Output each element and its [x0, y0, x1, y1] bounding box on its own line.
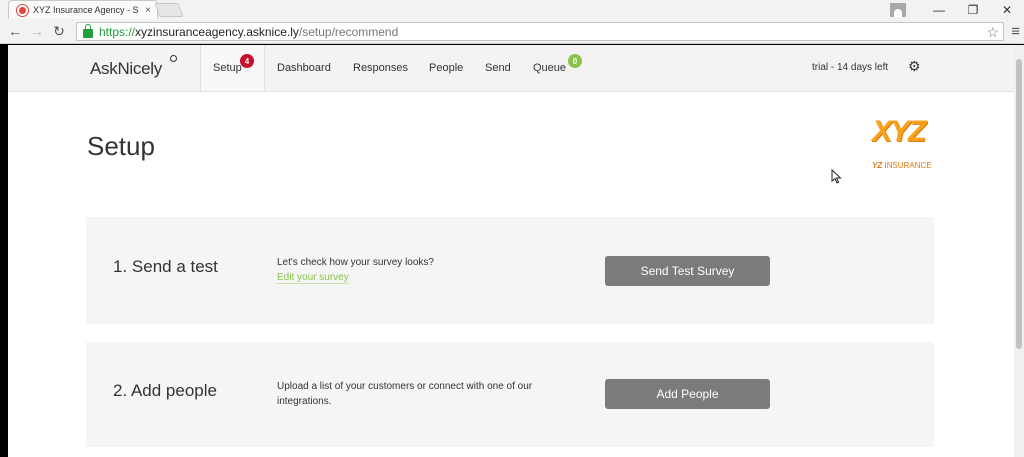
nav-dashboard-label: Dashboard	[277, 62, 331, 74]
nav-responses-label: Responses	[353, 62, 409, 74]
app-navbar: AskNicely Setup 4 Dashboard Responses Pe…	[8, 45, 1014, 92]
user-profile-icon[interactable]	[890, 2, 906, 17]
nav-queue[interactable]: Queue 0	[533, 45, 585, 91]
nav-people[interactable]: People	[429, 45, 463, 91]
back-arrow-icon[interactable]: ←	[4, 23, 26, 39]
nav-dashboard[interactable]: Dashboard	[277, 45, 331, 91]
browser-toolbar: ← → ↻ https:// xyzinsuranceagency.asknic…	[0, 19, 1024, 44]
minimize-button[interactable]: —	[922, 3, 956, 17]
tab-close-icon[interactable]: ×	[145, 5, 151, 16]
forward-arrow-icon[interactable]: →	[26, 23, 48, 39]
company-logo-text: YZ INSURANCE	[872, 161, 932, 170]
page: AskNicely Setup 4 Dashboard Responses Pe…	[8, 45, 1014, 457]
asknicely-logo[interactable]: AskNicely	[90, 59, 162, 79]
lock-icon	[83, 23, 93, 38]
step-description-text: Let's check how your survey looks?	[277, 257, 434, 268]
step-title: 2. Add people	[113, 381, 217, 400]
step-description: Let's check how your survey looks? Edit …	[277, 255, 567, 285]
close-window-button[interactable]: ✕	[990, 3, 1024, 17]
nav-queue-label: Queue	[533, 62, 567, 74]
company-logo-mark: XYZ	[872, 115, 926, 148]
url-path: /setup/recommend	[298, 24, 399, 39]
add-people-button[interactable]: Add People	[605, 379, 770, 409]
browser-menu-icon[interactable]: ≡	[1011, 23, 1020, 40]
new-tab-button[interactable]	[154, 3, 184, 17]
send-test-survey-button[interactable]: Send Test Survey	[605, 256, 770, 286]
setup-step-send-test: 1. Send a test Let's check how your surv…	[86, 217, 934, 324]
browser-tab[interactable]: XYZ Insurance Agency - S ×	[8, 0, 158, 19]
queue-badge: 0	[568, 54, 582, 68]
scrollbar-thumb[interactable]	[1016, 59, 1022, 349]
trial-status: trial - 14 days left	[812, 62, 889, 73]
nav-setup-label: Setup	[213, 62, 242, 74]
nav-people-label: People	[429, 62, 464, 74]
step-title: 1. Send a test	[113, 257, 218, 276]
nav-send-label: Send	[485, 62, 511, 74]
browser-tab-strip: XYZ Insurance Agency - S × — ❐ ✕	[0, 0, 1024, 19]
gear-icon[interactable]: ⚙	[908, 58, 921, 75]
scrollbar[interactable]	[1014, 45, 1024, 457]
setup-step-add-people: 2. Add people Upload a list of your cust…	[86, 342, 934, 447]
bookmark-star-icon[interactable]: ☆	[986, 24, 999, 41]
restore-button[interactable]: ❐	[956, 3, 990, 17]
reload-icon[interactable]: ↻	[48, 23, 70, 40]
nav-setup[interactable]: Setup 4	[200, 45, 265, 91]
address-bar[interactable]: https:// xyzinsuranceagency.asknice.ly /…	[76, 22, 1004, 41]
url-scheme: https://	[99, 24, 136, 39]
setup-badge: 4	[240, 54, 254, 68]
nav-send[interactable]: Send	[485, 45, 511, 91]
company-logo: XYZ YZ INSURANCE	[872, 115, 934, 179]
page-title: Setup	[87, 131, 155, 161]
favicon-icon	[17, 4, 28, 16]
step-description: Upload a list of your customers or conne…	[277, 381, 533, 407]
logo-mark-icon	[170, 55, 177, 62]
edit-survey-link[interactable]: Edit your survey	[277, 272, 349, 284]
window-controls: — ❐ ✕	[890, 0, 1024, 19]
url-host: xyzinsuranceagency.asknice.ly	[135, 24, 299, 39]
tab-title: XYZ Insurance Agency - S	[33, 5, 139, 15]
nav-responses[interactable]: Responses	[353, 45, 408, 91]
